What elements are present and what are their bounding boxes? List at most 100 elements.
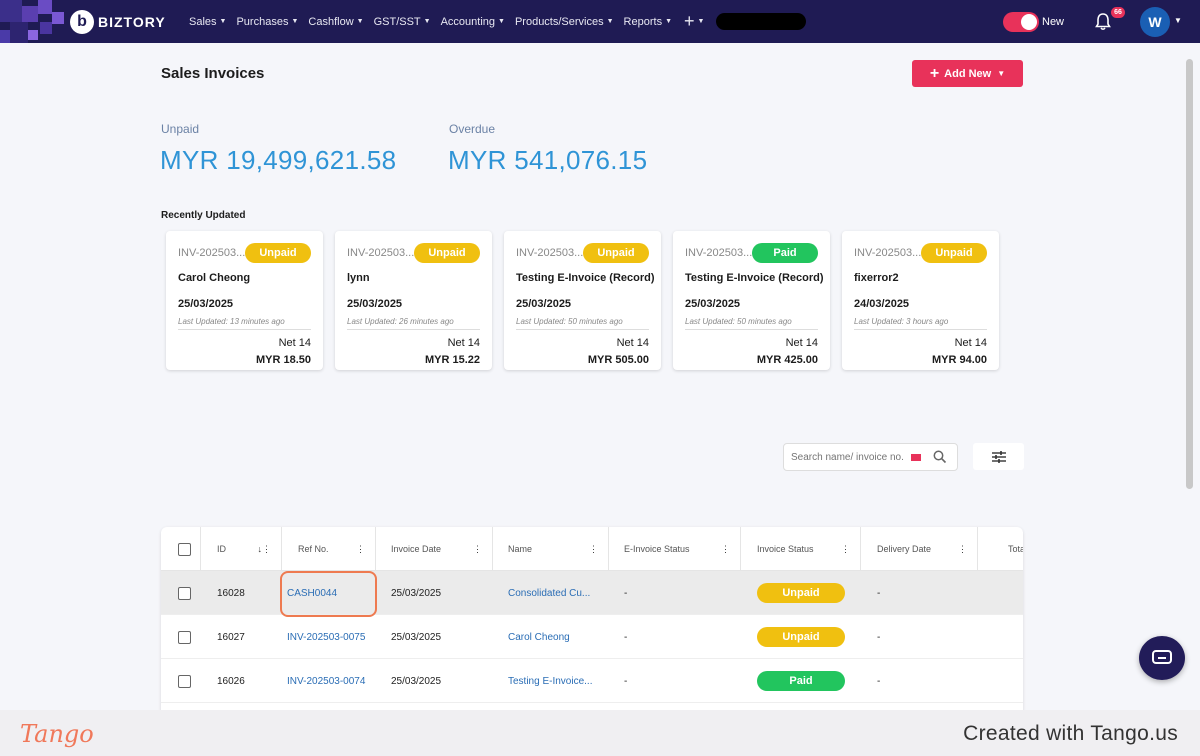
cell-id: 16028 xyxy=(217,587,245,599)
menu-cashflow[interactable]: Cashflow ▼ xyxy=(308,16,363,28)
recent-invoice-card[interactable]: INV-202503... Unpaid Carol Cheong 25/03/… xyxy=(166,231,323,370)
column-header-name[interactable]: Name ⋮ xyxy=(493,527,609,571)
column-menu-icon[interactable]: ⋮ xyxy=(356,544,365,555)
column-label: Tota xyxy=(1008,544,1023,554)
quick-add-menu[interactable]: + ▼ xyxy=(684,11,704,32)
card-date: 25/03/2025 xyxy=(178,298,234,310)
overdue-label: Overdue xyxy=(449,122,496,136)
card-invoice-number: INV-202503... xyxy=(516,247,584,259)
overdue-value: MYR 541,076.15 xyxy=(448,145,648,175)
menu-reports[interactable]: Reports ▼ xyxy=(624,16,672,28)
column-header-delivery-date[interactable]: Delivery Date ⋮ xyxy=(861,527,978,571)
cell-name-link[interactable]: Consolidated Cu... xyxy=(508,571,590,615)
recent-invoice-card[interactable]: INV-202503... Unpaid fixerror2 24/03/202… xyxy=(842,231,999,370)
chevron-down-icon: ▼ xyxy=(997,69,1006,78)
card-payment-term: Net 14 xyxy=(616,337,649,349)
menu-label: Products/Services xyxy=(514,15,604,28)
table-header: ID ↓⋮ Ref No. ⋮ Invoice Date ⋮ Name ⋮ E-… xyxy=(161,527,1023,571)
recent-invoice-card[interactable]: INV-202503... Unpaid lynn 25/03/2025 Las… xyxy=(335,231,492,370)
cell-ref-no-link[interactable]: INV-202503-0074 xyxy=(287,659,365,703)
card-invoice-number: INV-202503... xyxy=(685,247,753,259)
filter-settings-button[interactable] xyxy=(973,443,1024,470)
card-divider xyxy=(854,329,987,330)
menu-accounting[interactable]: Accounting ▼ xyxy=(441,16,505,28)
brand-logo[interactable]: b BIZTORY xyxy=(70,10,166,34)
menu-purchases[interactable]: Purchases ▼ xyxy=(236,16,298,28)
page-title: Sales Invoices xyxy=(161,65,265,82)
column-header-ref-no[interactable]: Ref No. ⋮ xyxy=(282,527,376,571)
cell-delivery-date: - xyxy=(877,631,881,643)
column-header-total[interactable]: Tota xyxy=(978,527,1023,571)
chat-support-button[interactable] xyxy=(1139,636,1185,680)
card-amount: MYR 18.50 xyxy=(255,354,311,366)
search-icon[interactable] xyxy=(933,450,947,464)
invoice-status-badge: Unpaid xyxy=(757,583,845,603)
card-last-updated: Last Updated: 13 minutes ago xyxy=(178,317,285,326)
menu-gst-sst[interactable]: GST/SST ▼ xyxy=(374,16,431,28)
menu-label: Purchases xyxy=(236,15,289,28)
menu-label: Sales xyxy=(189,15,217,28)
row-checkbox[interactable] xyxy=(178,631,191,644)
card-divider xyxy=(516,329,649,330)
row-checkbox[interactable] xyxy=(178,675,191,688)
card-status-badge: Unpaid xyxy=(583,243,649,263)
invoice-status-badge: Paid xyxy=(757,671,845,691)
recent-invoice-card[interactable]: INV-202503... Unpaid Testing E-Invoice (… xyxy=(504,231,661,370)
column-header-id[interactable]: ID ↓⋮ xyxy=(201,527,282,571)
recent-invoice-card[interactable]: INV-202503... Paid Testing E-Invoice (Re… xyxy=(673,231,830,370)
card-last-updated: Last Updated: 50 minutes ago xyxy=(516,317,623,326)
search-box xyxy=(783,443,958,471)
recently-updated-title: Recently Updated xyxy=(161,210,246,221)
card-payment-term: Net 14 xyxy=(447,337,480,349)
chat-icon xyxy=(1152,650,1172,664)
sort-icon[interactable]: ↓⋮ xyxy=(258,544,272,555)
cell-id: 16027 xyxy=(217,631,245,643)
cell-delivery-date: - xyxy=(877,675,881,687)
new-ui-toggle[interactable] xyxy=(1003,12,1039,32)
card-payment-term: Net 14 xyxy=(785,337,818,349)
column-menu-icon[interactable]: ⋮ xyxy=(841,544,850,555)
menu-label: GST/SST xyxy=(373,15,421,28)
card-payment-term: Net 14 xyxy=(954,337,987,349)
top-navbar: b BIZTORY Sales ▼ Purchases ▼ Cashflow ▼ GS… xyxy=(0,0,1200,43)
column-header-invoice-date[interactable]: Invoice Date ⋮ xyxy=(376,527,493,571)
caret-down-icon: ▼ xyxy=(291,18,299,25)
chevron-down-icon[interactable]: ▼ xyxy=(1174,16,1182,25)
menu-sales[interactable]: Sales ▼ xyxy=(189,16,226,28)
card-date: 25/03/2025 xyxy=(685,298,741,310)
column-header-invoice-status[interactable]: Invoice Status ⋮ xyxy=(741,527,861,571)
cell-name-link[interactable]: Carol Cheong xyxy=(508,615,570,659)
page-scrollbar[interactable] xyxy=(1186,59,1193,489)
cell-delivery-date: - xyxy=(877,587,881,599)
column-label: Invoice Status xyxy=(757,544,814,554)
brand-name: BIZTORY xyxy=(98,14,166,30)
bell-icon[interactable] xyxy=(1093,12,1113,32)
invoices-table: ID ↓⋮ Ref No. ⋮ Invoice Date ⋮ Name ⋮ E-… xyxy=(161,527,1023,712)
column-menu-icon[interactable]: ⋮ xyxy=(721,544,730,555)
card-last-updated: Last Updated: 50 minutes ago xyxy=(685,317,792,326)
card-divider xyxy=(685,329,818,330)
column-menu-icon[interactable]: ⋮ xyxy=(473,544,482,555)
card-status-badge: Unpaid xyxy=(921,243,987,263)
table-row[interactable]: 16027 INV-202503-0075 25/03/2025 Carol C… xyxy=(161,615,1023,659)
tango-footer: Tango Created with Tango.us xyxy=(0,710,1200,756)
search-input[interactable] xyxy=(791,451,916,463)
add-new-button[interactable]: + Add New ▼ xyxy=(912,60,1023,87)
add-new-label: Add New xyxy=(944,67,992,80)
table-row[interactable]: 16026 INV-202503-0074 25/03/2025 Testing… xyxy=(161,659,1023,703)
cell-name-link[interactable]: Testing E-Invoice... xyxy=(508,659,592,703)
cell-ref-no-link[interactable]: INV-202503-0075 xyxy=(287,615,365,659)
card-customer-name: Testing E-Invoice (Record) xyxy=(685,272,824,284)
column-menu-icon[interactable]: ⋮ xyxy=(958,544,967,555)
column-menu-icon[interactable]: ⋮ xyxy=(589,544,598,555)
caret-down-icon: ▼ xyxy=(665,18,673,25)
card-status-badge: Paid xyxy=(752,243,818,263)
select-all-cell xyxy=(161,527,201,571)
user-avatar[interactable]: W xyxy=(1140,7,1170,37)
select-all-checkbox[interactable] xyxy=(178,543,191,556)
menu-products-services[interactable]: Products/Services ▼ xyxy=(515,16,614,28)
cell-id: 16026 xyxy=(217,675,245,687)
caret-down-icon: ▼ xyxy=(356,18,364,25)
column-header-e-invoice-status[interactable]: E-Invoice Status ⋮ xyxy=(609,527,741,571)
row-checkbox[interactable] xyxy=(178,587,191,600)
